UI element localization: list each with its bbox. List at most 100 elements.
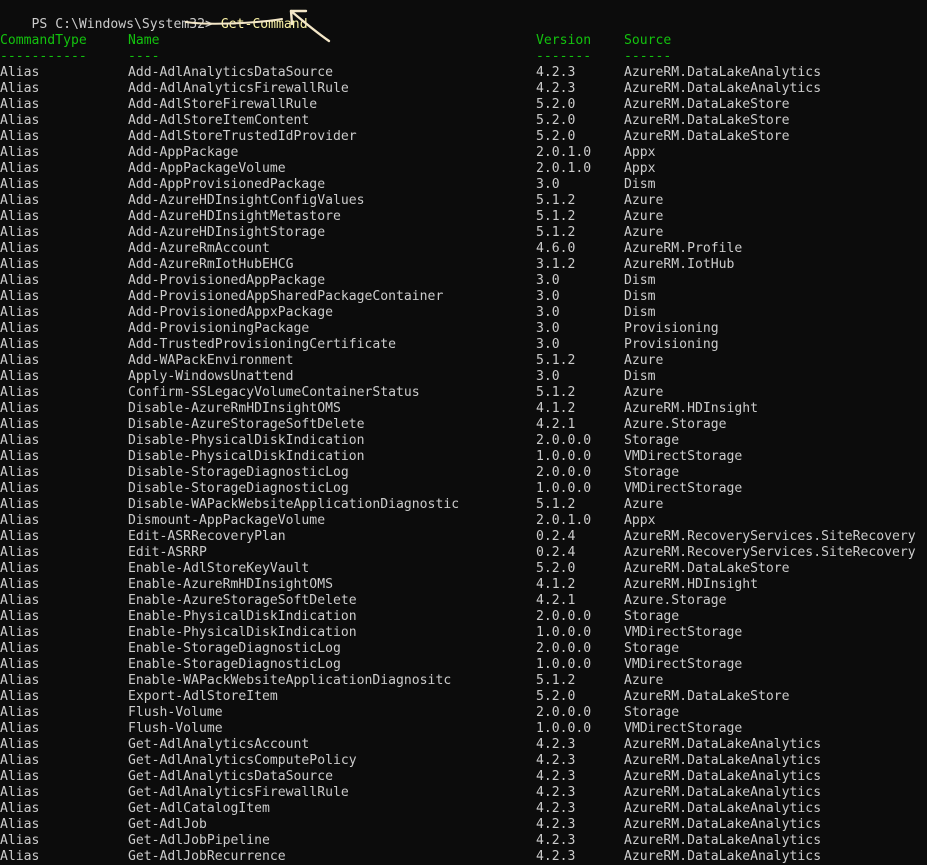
- row-source: Storage: [624, 609, 680, 624]
- row-source: AzureRM.DataLakeAnalytics: [624, 769, 822, 784]
- row-version: 3.0: [536, 305, 560, 320]
- header-underline-name: ----: [128, 49, 160, 64]
- row-source: AzureRM.DataLakeAnalytics: [624, 65, 822, 80]
- row-command-name: Flush-Volume: [128, 721, 223, 736]
- row-version: 2.0.0.0: [536, 609, 592, 624]
- row-version: 0.2.4: [536, 545, 576, 560]
- row-version: 1.0.0.0: [536, 449, 592, 464]
- row-commandtype: Alias: [0, 625, 40, 640]
- row-version: 4.2.3: [536, 849, 576, 864]
- command-table-body: Alias Add-AdlAnalyticsDataSource 4.2.3 Azur…: [0, 65, 927, 865]
- row-version: 5.1.2: [536, 385, 576, 400]
- row-source: AzureRM.DataLakeStore: [624, 129, 790, 144]
- row-command-name: Add-AzureHDInsightMetastore: [128, 209, 341, 224]
- header-underline-version: -------: [536, 49, 592, 64]
- row-command-name: Add-ProvisionedAppSharedPackageContainer: [128, 289, 444, 304]
- row-command-name: Add-ProvisionedAppPackage: [128, 273, 326, 288]
- table-row: Alias Add-ProvisioningPackage 3.0 Provision…: [0, 321, 927, 337]
- row-commandtype: Alias: [0, 465, 40, 480]
- row-commandtype: Alias: [0, 129, 40, 144]
- table-row: Alias Enable-AzureRmHDInsightOMS 4.1.2 Azur…: [0, 577, 927, 593]
- table-row: Alias Enable-AdlStoreKeyVault 5.2.0 AzureRM…: [0, 561, 927, 577]
- row-version: 4.2.3: [536, 753, 576, 768]
- row-source: Azure.Storage: [624, 417, 727, 432]
- row-source: Azure.Storage: [624, 593, 727, 608]
- row-source: Dism: [624, 289, 656, 304]
- row-version: 3.0: [536, 289, 560, 304]
- row-command-name: Disable-PhysicalDiskIndication: [128, 433, 365, 448]
- row-commandtype: Alias: [0, 433, 40, 448]
- row-version: 4.2.3: [536, 65, 576, 80]
- row-source: AzureRM.RecoveryServices.SiteRecovery: [624, 545, 916, 560]
- table-row: Alias Get-AdlAnalyticsDataSource 4.2.3 Azur…: [0, 769, 927, 785]
- row-commandtype: Alias: [0, 385, 40, 400]
- table-row: Alias Add-AppPackageVolume 2.0.1.0 Appx: [0, 161, 927, 177]
- row-command-name: Enable-PhysicalDiskIndication: [128, 625, 357, 640]
- row-version: 3.0: [536, 337, 560, 352]
- row-source: AzureRM.DataLakeStore: [624, 561, 790, 576]
- table-row: Alias Disable-StorageDiagnosticLog 1.0.0.0…: [0, 481, 927, 497]
- row-commandtype: Alias: [0, 753, 40, 768]
- row-source: AzureRM.DataLakeAnalytics: [624, 785, 822, 800]
- table-row: Alias Disable-PhysicalDiskIndication 2.0.0…: [0, 433, 927, 449]
- row-command-name: Apply-WindowsUnattend: [128, 369, 294, 384]
- row-command-name: Add-AdlStoreItemContent: [128, 113, 310, 128]
- table-row: Alias Disable-StorageDiagnosticLog 2.0.0.0…: [0, 465, 927, 481]
- table-row: Alias Add-AdlStoreTrustedIdProvider 5.2.0 A…: [0, 129, 927, 145]
- row-commandtype: Alias: [0, 65, 40, 80]
- row-commandtype: Alias: [0, 817, 40, 832]
- row-version: 4.2.1: [536, 593, 576, 608]
- header-source: Source: [624, 33, 672, 48]
- table-row: Alias Flush-Volume 2.0.0.0 Storage: [0, 705, 927, 721]
- table-row: Alias Disable-PhysicalDiskIndication 1.0.0…: [0, 449, 927, 465]
- row-source: Appx: [624, 145, 656, 160]
- row-version: 5.2.0: [536, 561, 576, 576]
- row-source: VMDirectStorage: [624, 657, 743, 672]
- row-commandtype: Alias: [0, 193, 40, 208]
- row-source: Storage: [624, 465, 680, 480]
- table-row: Alias Edit-ASRRP 0.2.4 AzureRM.RecoveryServ…: [0, 545, 927, 561]
- header-underline-source: ------: [624, 49, 672, 64]
- row-source: Azure: [624, 385, 664, 400]
- row-command-name: Export-AdlStoreItem: [128, 689, 278, 704]
- table-row: Alias Add-AppPackage 2.0.1.0 Appx: [0, 145, 927, 161]
- row-commandtype: Alias: [0, 785, 40, 800]
- row-command-name: Add-AzureRmAccount: [128, 241, 270, 256]
- row-source: Dism: [624, 273, 656, 288]
- table-row: Alias Export-AdlStoreItem 5.2.0 AzureRM.Dat…: [0, 689, 927, 705]
- row-command-name: Enable-AzureStorageSoftDelete: [128, 593, 357, 608]
- row-command-name: Enable-PhysicalDiskIndication: [128, 609, 357, 624]
- row-source: AzureRM.RecoveryServices.SiteRecovery: [624, 529, 916, 544]
- row-source: Storage: [624, 705, 680, 720]
- row-commandtype: Alias: [0, 337, 40, 352]
- row-version: 1.0.0.0: [536, 721, 592, 736]
- row-commandtype: Alias: [0, 241, 40, 256]
- row-commandtype: Alias: [0, 113, 40, 128]
- row-commandtype: Alias: [0, 497, 40, 512]
- row-command-name: Enable-StorageDiagnosticLog: [128, 657, 341, 672]
- row-command-name: Disable-StorageDiagnosticLog: [128, 465, 349, 480]
- row-version: 4.2.3: [536, 81, 576, 96]
- row-commandtype: Alias: [0, 257, 40, 272]
- row-version: 5.2.0: [536, 689, 576, 704]
- row-commandtype: Alias: [0, 721, 40, 736]
- table-row: Alias Add-AdlStoreFirewallRule 5.2.0 AzureR…: [0, 97, 927, 113]
- terminal-window[interactable]: PS C:\Windows\System32> Get-Command Comma…: [0, 0, 927, 865]
- row-version: 4.2.1: [536, 417, 576, 432]
- row-command-name: Add-AdlStoreFirewallRule: [128, 97, 318, 112]
- row-version: 0.2.4: [536, 529, 576, 544]
- table-row: Alias Disable-AzureStorageSoftDelete 4.2.1…: [0, 417, 927, 433]
- row-command-name: Edit-ASRRecoveryPlan: [128, 529, 286, 544]
- row-source: Azure: [624, 673, 664, 688]
- row-command-name: Get-AdlAnalyticsComputePolicy: [128, 753, 357, 768]
- row-source: AzureRM.DataLakeAnalytics: [624, 801, 822, 816]
- row-version: 4.2.3: [536, 769, 576, 784]
- row-commandtype: Alias: [0, 225, 40, 240]
- row-command-name: Disable-WAPackWebsiteApplicationDiagnost…: [128, 497, 460, 512]
- table-row: Alias Add-ProvisionedAppPackage 3.0 Dism: [0, 273, 927, 289]
- row-command-name: Add-TrustedProvisioningCertificate: [128, 337, 397, 352]
- row-command-name: Flush-Volume: [128, 705, 223, 720]
- row-version: 3.0: [536, 321, 560, 336]
- row-command-name: Enable-WAPackWebsiteApplicationDiagnosit…: [128, 673, 452, 688]
